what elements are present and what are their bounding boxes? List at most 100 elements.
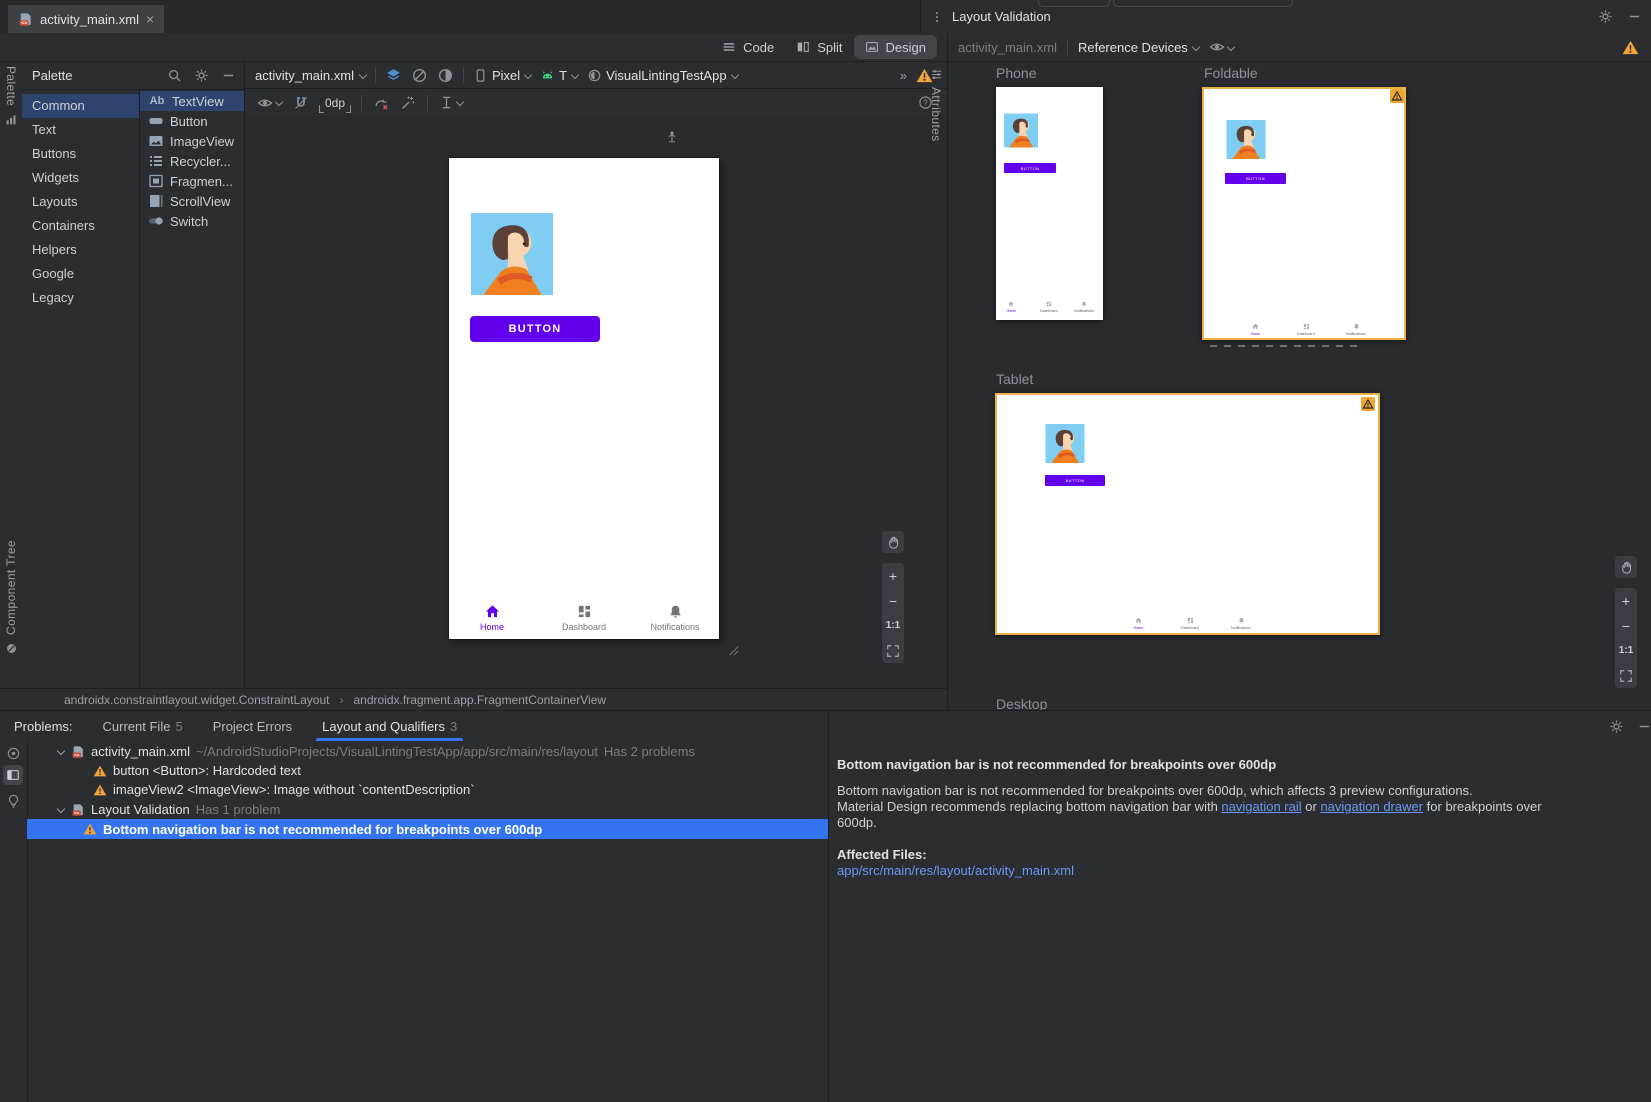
minimize-icon[interactable] [1627, 9, 1642, 24]
device-preview-frame[interactable]: BUTTON Home Dashboard Notifications [449, 158, 719, 639]
nav-item-dashboard[interactable]: Dashboard [544, 604, 624, 632]
preview-panel-toggle[interactable] [3, 765, 23, 785]
zoom-in-button[interactable]: + [882, 563, 904, 588]
problem-row-bottom-nav-selected[interactable]: Bottom navigation bar is not recommended… [27, 819, 828, 839]
palette-category-legacy[interactable]: Legacy [22, 286, 139, 310]
nav-item-home: Home [996, 301, 1026, 313]
zoom-out-button[interactable]: − [1615, 613, 1637, 638]
sidebar-item-palette[interactable]: Palette [0, 66, 22, 126]
avatar-imageview[interactable] [471, 213, 553, 295]
minimize-icon[interactable] [221, 68, 236, 83]
tab-layout-and-qualifiers[interactable]: Layout and Qualifiers 3 [322, 711, 457, 741]
nav-item-notifications[interactable]: Notifications [635, 604, 715, 632]
autoscroll-to-source-icon[interactable] [6, 746, 21, 761]
nav-item-dashboard: Dashboard [1170, 617, 1210, 630]
palette-category-containers[interactable]: Containers [22, 214, 139, 238]
device-dropdown[interactable]: Pixel [473, 68, 531, 83]
palette-category-google[interactable]: Google [22, 262, 139, 286]
chevron-down-icon[interactable] [57, 806, 65, 814]
night-mode-icon[interactable] [437, 67, 454, 84]
drag-handle-dots-icon[interactable] [930, 10, 944, 24]
theme-dropdown[interactable]: VisualLintingTestApp [587, 68, 737, 83]
resize-grip-icon[interactable] [726, 643, 740, 657]
palette-category-helpers[interactable]: Helpers [22, 238, 139, 262]
reference-devices-dropdown[interactable]: Reference Devices [1078, 40, 1199, 55]
align-button[interactable] [439, 95, 463, 110]
palette-item-button[interactable]: Button [140, 111, 244, 131]
preview-button[interactable]: BUTTON [470, 316, 600, 342]
view-options-button[interactable] [257, 95, 282, 111]
affected-file-link[interactable]: app/src/main/res/layout/activity_main.xm… [837, 863, 1074, 878]
fragment-icon [148, 173, 164, 189]
palette-category-buttons[interactable]: Buttons [22, 142, 139, 166]
visibility-options-button[interactable] [1209, 39, 1234, 55]
zoom-in-button[interactable]: + [1615, 588, 1637, 613]
tab-current-file[interactable]: Current File 5 [103, 711, 183, 741]
preview-tablet[interactable]: BUTTON Home Dashboard Notifications [995, 393, 1380, 635]
chevron-down-icon[interactable] [57, 748, 65, 756]
pan-button[interactable] [1615, 556, 1637, 578]
mode-split-button[interactable]: Split [785, 35, 853, 59]
sidebar-item-component-tree[interactable]: Component Tree [0, 540, 22, 655]
zoom-fit-button[interactable] [882, 638, 904, 663]
api-level-dropdown[interactable]: T [540, 68, 578, 83]
nav-item-home[interactable]: Home [452, 604, 532, 632]
warning-icon[interactable] [1622, 40, 1639, 55]
palette-category-common[interactable]: Common [22, 94, 139, 118]
palette-item-textview[interactable]: Ab TextView [140, 91, 244, 111]
palette-category-text[interactable]: Text [22, 118, 139, 142]
editor-tab-activity-main[interactable]: activity_main.xml × [8, 5, 164, 33]
mode-code-button[interactable]: Code [711, 35, 785, 59]
gear-icon[interactable] [1609, 719, 1624, 734]
gear-icon[interactable] [194, 68, 209, 83]
palette-category-layouts[interactable]: Layouts [22, 190, 139, 214]
panel-divider[interactable] [828, 711, 829, 1102]
overflow-chevron-icon[interactable]: » [900, 68, 907, 83]
layers-icon[interactable] [385, 67, 402, 84]
render-warning-badge[interactable] [1390, 89, 1404, 103]
design-toolbar: activity_main.xml Pixel T VisualLintingT… [245, 62, 947, 89]
infer-constraints-icon[interactable] [400, 95, 416, 111]
clear-constraints-icon[interactable] [373, 95, 389, 111]
toolbar-file-label: activity_main.xml [255, 68, 354, 83]
close-icon[interactable]: × [146, 12, 154, 26]
zoom-actual-button[interactable]: 1:1 [1615, 638, 1637, 663]
file-variant-dropdown[interactable]: activity_main.xml [255, 68, 366, 83]
palette-item-scrollview[interactable]: ScrollView [140, 191, 244, 211]
search-icon[interactable] [167, 68, 182, 83]
palette-item-imageview[interactable]: ImageView [140, 131, 244, 151]
navigation-drawer-link[interactable]: navigation drawer [1320, 799, 1423, 814]
zoom-fit-button[interactable] [1615, 663, 1637, 688]
problem-file-row[interactable]: activity_main.xml ~/AndroidStudioProject… [27, 742, 828, 761]
design-surface-icon[interactable] [411, 67, 428, 84]
default-margin-field[interactable]: 0dp [320, 96, 350, 110]
problem-row-hardcoded-text[interactable]: button <Button>: Hardcoded text [27, 761, 828, 780]
preview-phone[interactable]: BUTTON Home Dashboard Notifications [996, 87, 1103, 320]
pan-button[interactable] [882, 531, 904, 553]
breadcrumb-fragmentcontainerview[interactable]: androidx.fragment.app.FragmentContainerV… [354, 693, 607, 707]
zoom-actual-button[interactable]: 1:1 [882, 613, 904, 638]
autoconnect-off-icon[interactable] [293, 95, 309, 111]
gear-icon[interactable] [1598, 9, 1613, 24]
zoom-out-button[interactable]: − [882, 588, 904, 613]
problems-title: Problems: [14, 719, 73, 734]
navigation-rail-link[interactable]: navigation rail [1221, 799, 1301, 814]
problem-group-layout-validation[interactable]: Layout Validation Has 1 problem [27, 800, 828, 819]
sidebar-item-attributes[interactable]: Attributes [925, 62, 947, 232]
problem-row-content-description[interactable]: imageView2 <ImageView>: Image without `c… [27, 780, 828, 799]
palette-category-widgets[interactable]: Widgets [22, 166, 139, 190]
palette-item-recyclerview[interactable]: Recycler... [140, 151, 244, 171]
home-icon [1135, 617, 1142, 624]
palette-panel: Palette Common Text Buttons Widgets Layo… [22, 62, 245, 688]
preview-foldable[interactable]: BUTTON Home Dashboard Notifications [1202, 87, 1406, 340]
minimize-icon[interactable] [1637, 719, 1651, 734]
lightbulb-icon[interactable] [6, 794, 21, 809]
mode-design-button[interactable]: Design [854, 35, 937, 59]
validation-file-tab[interactable]: activity_main.xml [958, 40, 1057, 55]
render-warning-badge[interactable] [1361, 397, 1375, 411]
design-canvas[interactable]: BUTTON Home Dashboard Notifications [245, 116, 947, 688]
palette-item-fragment[interactable]: Fragmen... [140, 171, 244, 191]
tab-project-errors[interactable]: Project Errors [213, 711, 292, 741]
breadcrumb-constraintlayout[interactable]: androidx.constraintlayout.widget.Constra… [64, 693, 330, 707]
palette-item-switch[interactable]: Switch [140, 211, 244, 231]
